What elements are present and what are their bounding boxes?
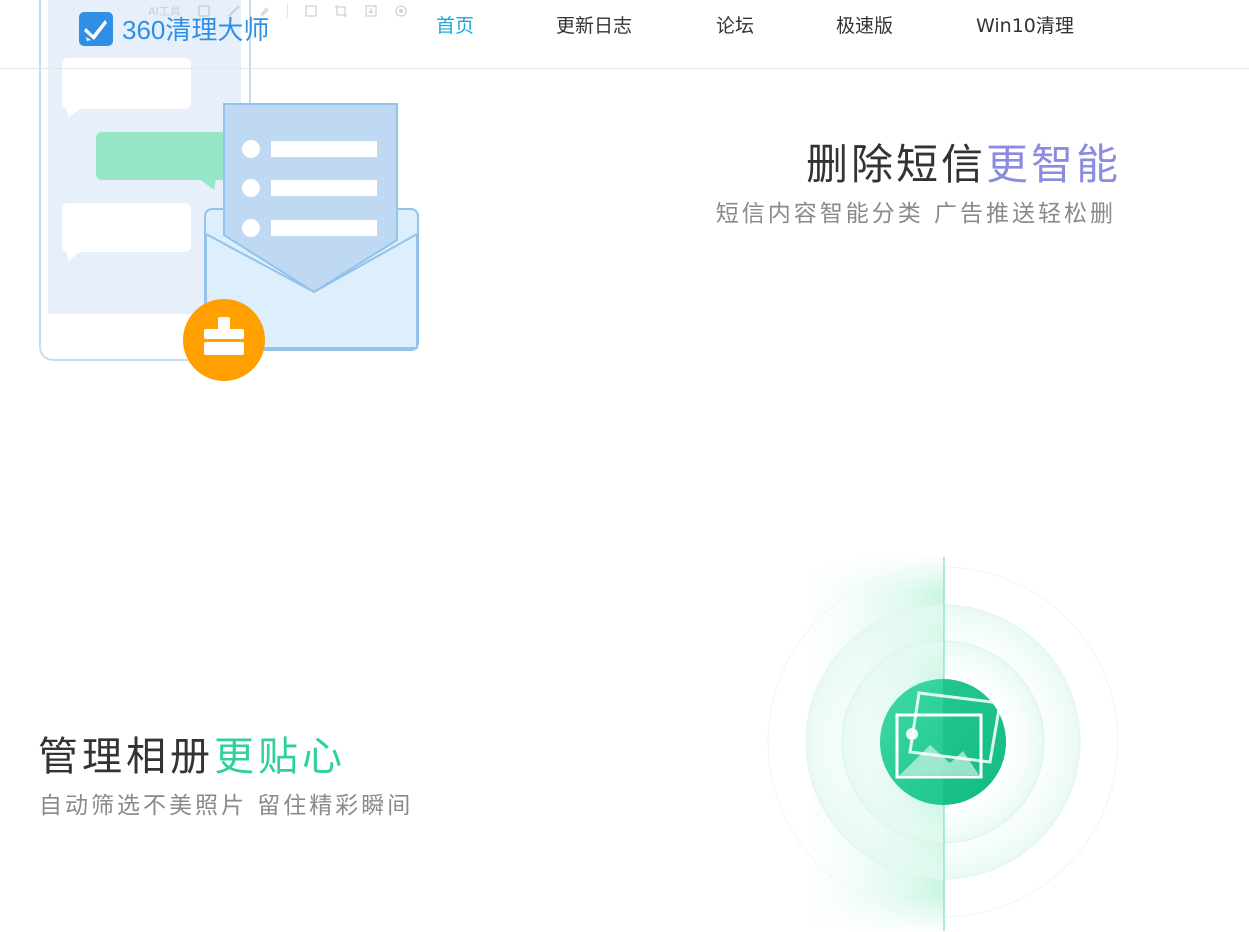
album-headline: 管理相册更贴心 [38,724,346,782]
sms-subtitle: 短信内容智能分类 广告推送轻松删 [715,201,1116,227]
sms-headline: 删除短信更智能 [806,131,1121,192]
envelope-illustration [183,103,419,381]
page: AI工具 360清理大师 首页 更新日志 论坛 极速版 Win10清理 删除短信… [0,0,1249,932]
nav-item-home[interactable]: 首页 [436,12,474,40]
bubble-tail [66,249,84,261]
sms-headline-main: 删除短信 [805,140,986,189]
nav-item-forum[interactable]: 论坛 [716,12,754,40]
nav-item-lite[interactable]: 极速版 [836,12,893,40]
main-nav: 首页 更新日志 论坛 极速版 Win10清理 [0,12,1249,40]
photo-icon [880,679,1006,805]
album-headline-main: 管理相册 [38,734,214,780]
message-bubble [62,203,191,252]
broom-icon [183,299,265,381]
album-subtitle: 自动筛选不美照片 留住精彩瞬间 [39,793,414,819]
album-scan-illustration [767,555,1119,932]
album-headline-accent: 更贴心 [214,734,346,780]
nav-item-changelog[interactable]: 更新日志 [556,12,632,40]
bubble-tail [66,106,84,118]
site-header: AI工具 360清理大师 首页 更新日志 论坛 极速版 Win10清理 [0,0,1249,69]
nav-item-win10-clean[interactable]: Win10清理 [976,12,1074,40]
sms-headline-accent: 更智能 [985,140,1121,189]
